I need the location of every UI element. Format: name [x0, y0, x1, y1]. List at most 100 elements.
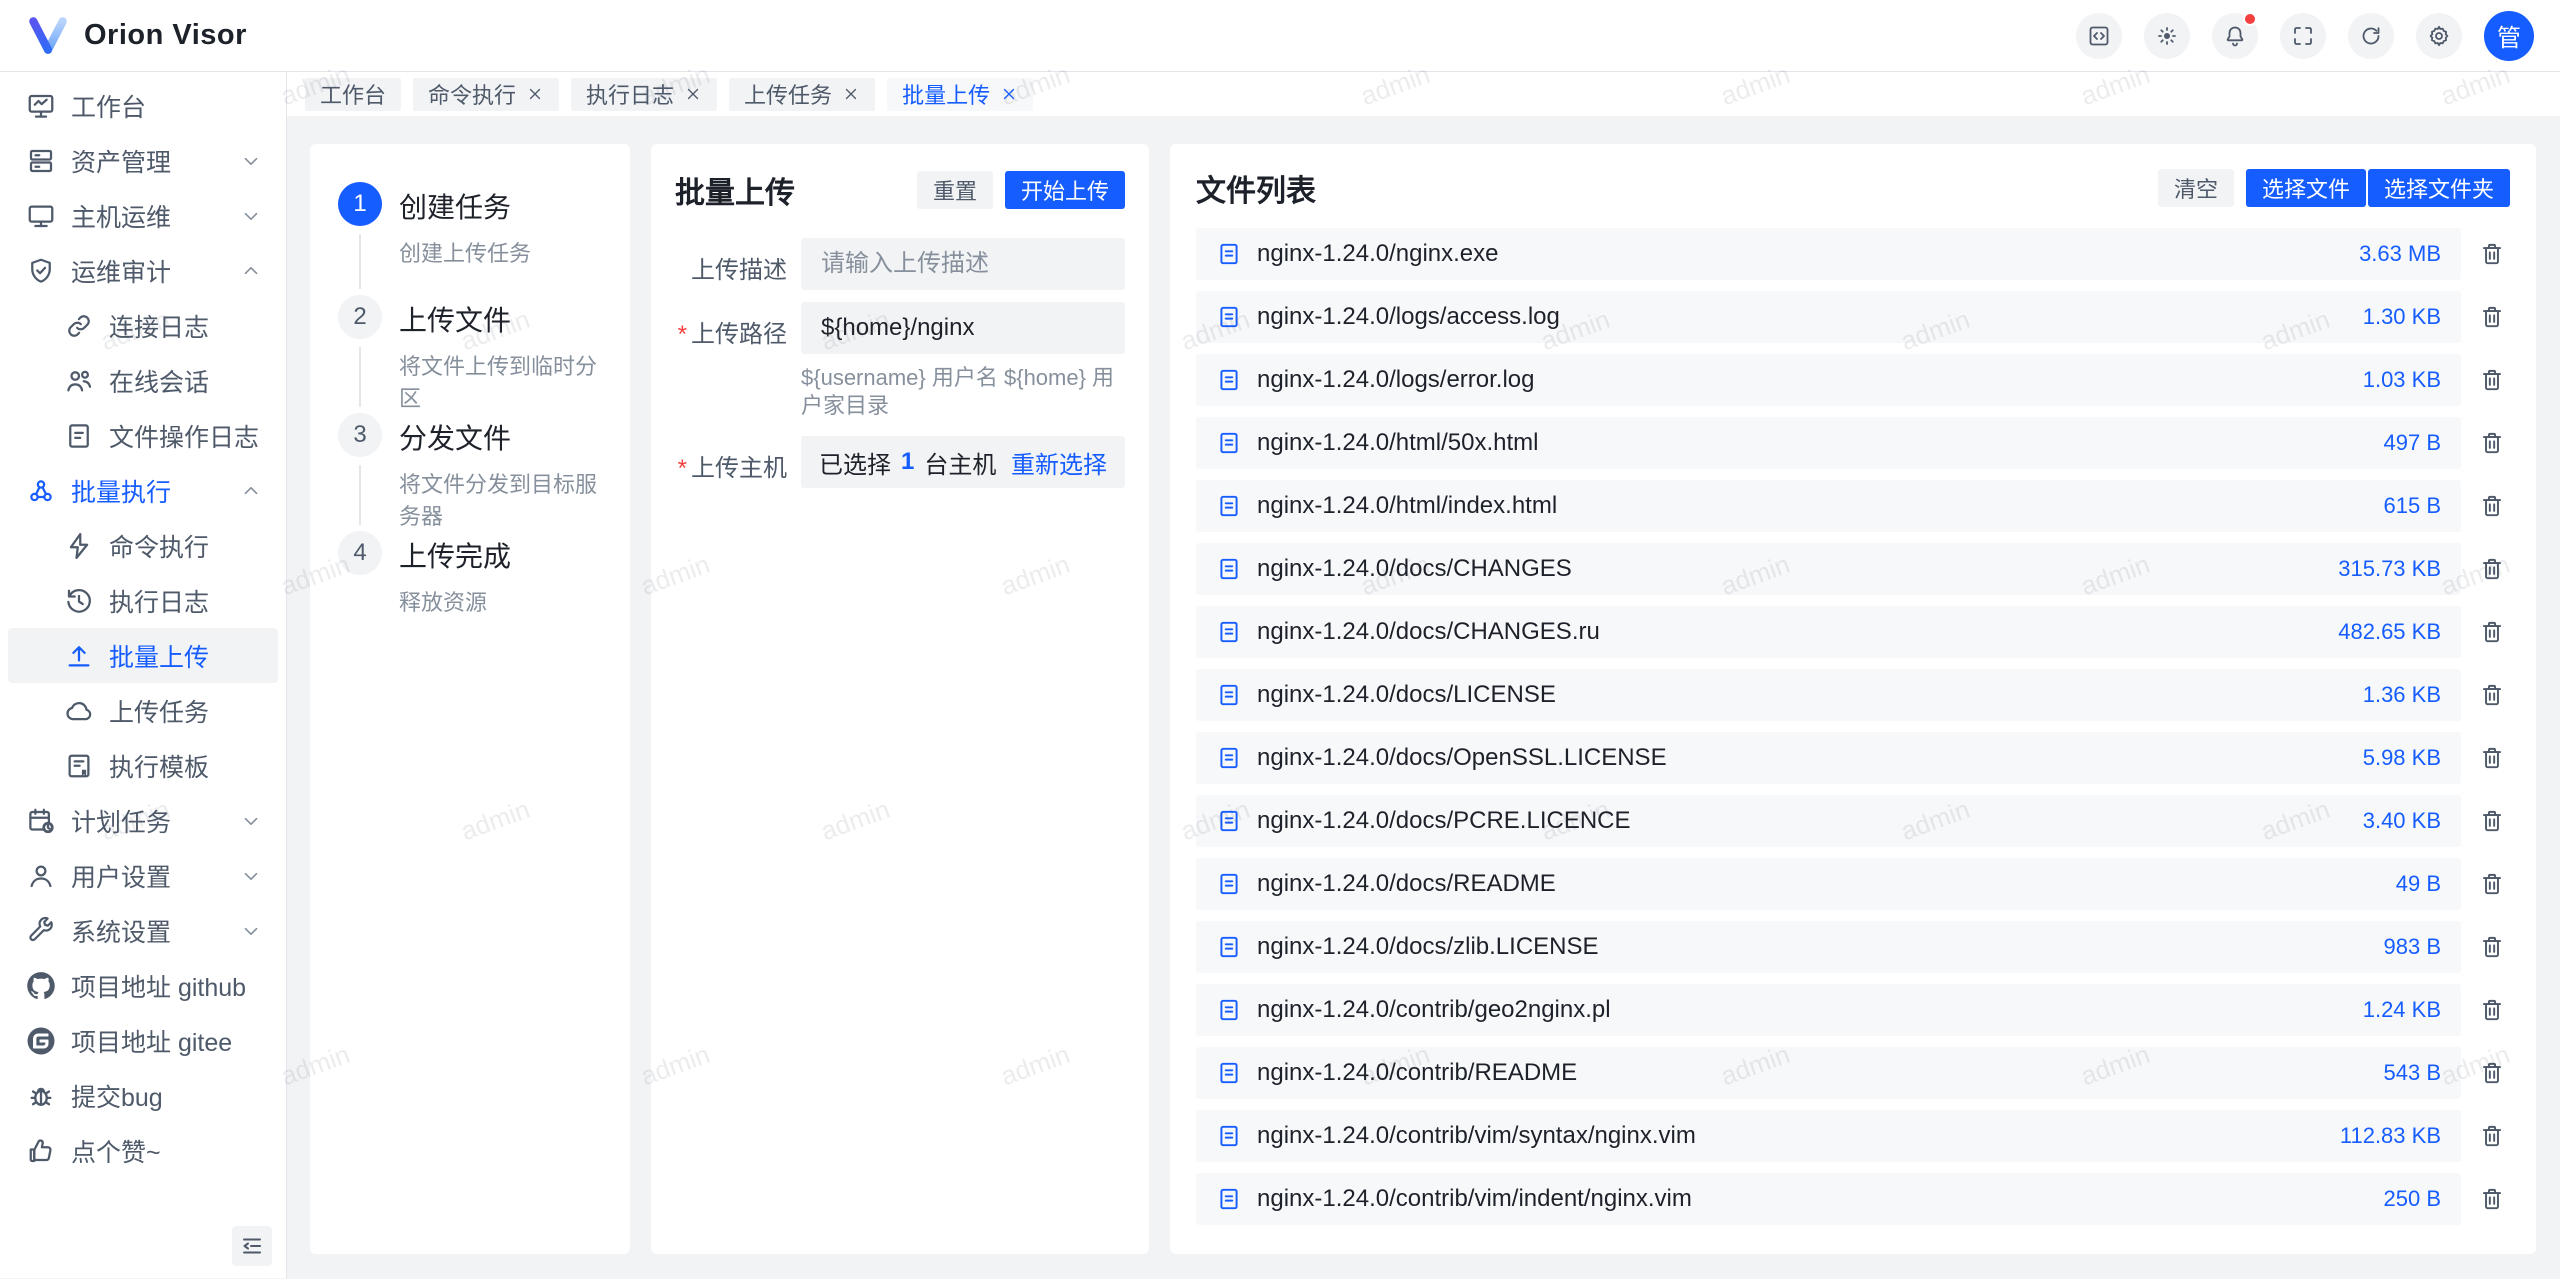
sidebar-item[interactable]: 在线会话 [8, 353, 278, 408]
step-description: 创建上传任务 [399, 236, 531, 268]
sidebar-item-label: 批量执行 [71, 473, 171, 509]
delete-file-button[interactable] [2474, 1055, 2510, 1091]
orion-visor-app: Orion Visor 管 工作台资产管理主机运维运维审计连接日志在线会话文件操… [0, 0, 2560, 1278]
sidebar-item[interactable]: 系统设置 [8, 903, 278, 958]
history-icon [64, 586, 94, 616]
sidebar-item[interactable]: 运维审计 [8, 243, 278, 298]
reselect-host-link[interactable]: 重新选择 [1011, 445, 1107, 480]
link-icon [64, 311, 94, 341]
file-bar: nginx-1.24.0/contrib/README543 B [1196, 1047, 2461, 1099]
bell-icon[interactable] [2212, 13, 2258, 59]
close-icon[interactable] [842, 85, 860, 103]
delete-file-button[interactable] [2474, 866, 2510, 902]
sidebar-item[interactable]: 上传任务 [8, 683, 278, 738]
step-title: 上传完成 [399, 535, 511, 575]
user-avatar[interactable]: 管 [2484, 11, 2534, 61]
sidebar-item[interactable]: 主机运维 [8, 188, 278, 243]
file-bar: nginx-1.24.0/html/index.html615 B [1196, 480, 2461, 532]
step-item: 2上传文件将文件上传到临时分区 [338, 295, 602, 413]
sidebar-item[interactable]: 连接日志 [8, 298, 278, 353]
tab[interactable]: 工作台 [305, 78, 401, 111]
file-bar: nginx-1.24.0/logs/access.log1.30 KB [1196, 291, 2461, 343]
close-icon[interactable] [526, 85, 544, 103]
file-icon [1216, 871, 1242, 897]
sidebar-item[interactable]: 项目地址 github [8, 958, 278, 1013]
sidebar-item[interactable]: 文件操作日志 [8, 408, 278, 463]
delete-file-button[interactable] [2474, 1181, 2510, 1217]
tab[interactable]: 批量上传 [887, 78, 1033, 111]
sidebar-item[interactable]: 资产管理 [8, 133, 278, 188]
fullscreen-icon[interactable] [2280, 13, 2326, 59]
delete-file-button[interactable] [2474, 803, 2510, 839]
file-name: nginx-1.24.0/html/50x.html [1257, 429, 2369, 457]
delete-file-button[interactable] [2474, 425, 2510, 461]
host-selected-count: 1 [901, 448, 914, 476]
clear-files-button[interactable]: 清空 [2158, 169, 2234, 207]
tab[interactable]: 命令执行 [413, 78, 559, 111]
required-mark: * [678, 455, 687, 482]
theme-icon[interactable] [2144, 13, 2190, 59]
delete-file-button[interactable] [2474, 740, 2510, 776]
file-name: nginx-1.24.0/docs/PCRE.LICENCE [1257, 807, 2348, 835]
sidebar-item[interactable]: 点个赞~ [8, 1123, 278, 1178]
wrench-icon [26, 916, 56, 946]
main-area: 工作台命令执行执行日志上传任务批量上传 1创建任务创建上传任务2上传文件将文件上… [287, 72, 2560, 1278]
close-icon[interactable] [1000, 85, 1018, 103]
required-mark: * [678, 321, 687, 348]
sidebar-item[interactable]: 执行模板 [8, 738, 278, 793]
collapse-sidebar-button[interactable] [232, 1226, 272, 1266]
host-selector[interactable]: 已选择 1 台主机 重新选择 [801, 436, 1125, 488]
sidebar-item[interactable]: 计划任务 [8, 793, 278, 848]
file-size: 49 B [2396, 871, 2441, 897]
delete-file-button[interactable] [2474, 992, 2510, 1028]
delete-file-button[interactable] [2474, 1118, 2510, 1154]
tab[interactable]: 执行日志 [571, 78, 717, 111]
close-icon[interactable] [684, 85, 702, 103]
file-size: 315.73 KB [2338, 556, 2441, 582]
sidebar-item[interactable]: 项目地址 gitee [8, 1013, 278, 1068]
delete-file-button[interactable] [2474, 362, 2510, 398]
step-item: 4上传完成释放资源 [338, 531, 602, 617]
delete-file-button[interactable] [2474, 488, 2510, 524]
file-size: 482.65 KB [2338, 619, 2441, 645]
sidebar-item-label: 资产管理 [71, 143, 171, 179]
file-row: nginx-1.24.0/contrib/geo2nginx.pl1.24 KB [1196, 984, 2510, 1036]
upload-panel-title: 批量上传 [675, 168, 795, 212]
sidebar-item-label: 工作台 [71, 88, 146, 124]
sidebar-item-label: 主机运维 [71, 198, 171, 234]
sidebar-item[interactable]: 提交bug [8, 1068, 278, 1123]
choose-file-button[interactable]: 选择文件 [2246, 169, 2366, 207]
delete-file-button[interactable] [2474, 677, 2510, 713]
code-icon[interactable] [2076, 13, 2122, 59]
file-size: 112.83 KB [2340, 1123, 2441, 1149]
sidebar-item[interactable]: 执行日志 [8, 573, 278, 628]
file-icon [1216, 934, 1242, 960]
reset-button[interactable]: 重置 [917, 171, 993, 209]
sidebar-item[interactable]: 命令执行 [8, 518, 278, 573]
sidebar-item[interactable]: 批量上传 [8, 628, 278, 683]
delete-file-button[interactable] [2474, 929, 2510, 965]
upload-path-input[interactable] [801, 302, 1125, 354]
step-title: 分发文件 [399, 417, 602, 457]
sidebar-item[interactable]: 工作台 [8, 78, 278, 133]
host-selected-suffix: 台主机 [924, 445, 996, 480]
delete-file-button[interactable] [2474, 551, 2510, 587]
delete-file-button[interactable] [2474, 614, 2510, 650]
step-number: 2 [338, 295, 382, 339]
start-upload-button[interactable]: 开始上传 [1005, 171, 1125, 209]
sidebar-item[interactable]: 批量执行 [8, 463, 278, 518]
delete-file-button[interactable] [2474, 299, 2510, 335]
tab[interactable]: 上传任务 [729, 78, 875, 111]
refresh-icon[interactable] [2348, 13, 2394, 59]
app-logo[interactable]: Orion Visor [26, 14, 247, 58]
upload-description-input[interactable] [801, 238, 1125, 290]
delete-file-button[interactable] [2474, 236, 2510, 272]
gear-icon[interactable] [2416, 13, 2462, 59]
file-bar: nginx-1.24.0/contrib/vim/indent/nginx.vi… [1196, 1173, 2461, 1225]
choose-folder-button[interactable]: 选择文件夹 [2368, 169, 2510, 207]
sidebar-item-label: 执行模板 [109, 748, 209, 784]
sidebar-item[interactable]: 用户设置 [8, 848, 278, 903]
gitee-icon [26, 1026, 56, 1056]
file-icon [1216, 682, 1242, 708]
file-icon [1216, 745, 1242, 771]
